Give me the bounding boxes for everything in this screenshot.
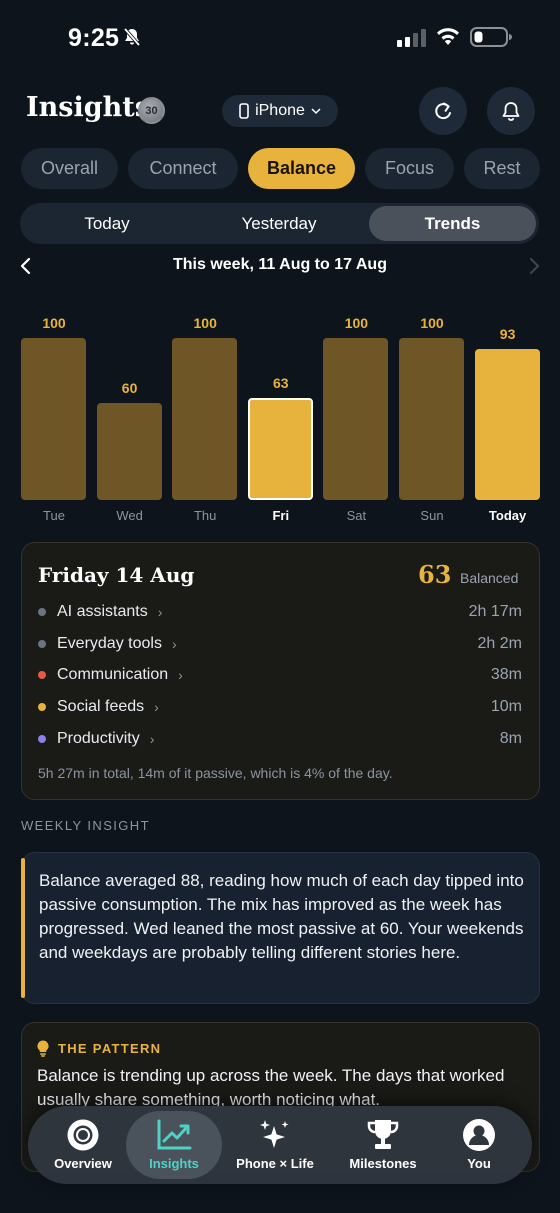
nav-label: Milestones bbox=[349, 1156, 417, 1171]
category-name: Productivity bbox=[57, 730, 140, 747]
wifi-icon bbox=[437, 28, 459, 45]
chart-day-label: Today bbox=[488, 508, 527, 523]
day-detail-status: Balanced bbox=[460, 570, 519, 586]
chart-value-label: 100 bbox=[193, 315, 217, 331]
day-summary-text: 5h 27m in total, 14m of it passive, whic… bbox=[38, 765, 393, 781]
streak-badge[interactable]: 30 bbox=[138, 97, 165, 124]
weekly-insight-text: Balance averaged 88, reading how much of… bbox=[39, 871, 524, 962]
category-name: Everyday tools bbox=[57, 635, 162, 652]
category-dot bbox=[38, 671, 46, 679]
category-dot bbox=[38, 735, 46, 743]
category-time: 2h 17m bbox=[468, 603, 522, 620]
chart-day-label: Wed bbox=[116, 508, 143, 523]
profile-icon bbox=[463, 1119, 495, 1151]
week-range-label: This week, 11 Aug to 17 Aug bbox=[173, 256, 387, 273]
battery-icon bbox=[470, 27, 512, 47]
nav-phone-life[interactable]: Phone × Life bbox=[227, 1118, 323, 1171]
chart-bar-fri[interactable] bbox=[247, 397, 313, 500]
nav-label: Insights bbox=[149, 1156, 199, 1171]
chart-bar-tue[interactable] bbox=[21, 338, 86, 500]
chart-bar-wed[interactable] bbox=[96, 402, 162, 500]
day-detail-score: 63 bbox=[418, 560, 452, 589]
chart-day-label: Sun bbox=[420, 508, 444, 523]
device-selector[interactable]: iPhone bbox=[222, 95, 338, 127]
refresh-icon bbox=[435, 102, 451, 120]
nav-label: Overview bbox=[54, 1156, 112, 1171]
chart-bar-sun[interactable] bbox=[399, 338, 464, 500]
refresh-button[interactable] bbox=[419, 87, 467, 135]
chart-value-label: 93 bbox=[499, 326, 516, 343]
insight-accent-bar bbox=[21, 858, 25, 998]
category-name: Communication bbox=[57, 666, 169, 683]
chevron-right-icon: › bbox=[154, 699, 159, 715]
category-name: Social feeds bbox=[57, 698, 145, 715]
tab-focus[interactable]: Focus bbox=[365, 148, 454, 189]
nav-label: You bbox=[467, 1156, 491, 1171]
phone-icon bbox=[239, 103, 249, 119]
chart-value-label: 63 bbox=[273, 374, 289, 391]
nav-overview[interactable]: Overview bbox=[35, 1118, 131, 1171]
nav-you[interactable]: You bbox=[431, 1118, 527, 1171]
tab-rest[interactable]: Rest bbox=[464, 148, 540, 189]
category-dot bbox=[38, 640, 46, 648]
chart-day-label: Sat bbox=[346, 508, 367, 523]
category-dot bbox=[38, 703, 46, 711]
chevron-right-icon: › bbox=[178, 667, 183, 683]
tab-connect[interactable]: Connect bbox=[128, 148, 238, 189]
chart-day-label: Thu bbox=[193, 508, 217, 523]
chart-bar-today[interactable] bbox=[474, 349, 540, 500]
category-row-ai-assistants[interactable]: AI assistants › 2h 17m bbox=[38, 601, 522, 623]
range-trends[interactable]: Trends bbox=[369, 206, 536, 241]
category-row-everyday-tools[interactable]: Everyday tools › 2h 2m bbox=[38, 633, 522, 655]
category-row-social-feeds[interactable]: Social feeds › 10m bbox=[38, 696, 522, 718]
cellular-signal-icon bbox=[397, 29, 426, 47]
chart-value-label: 100 bbox=[420, 315, 444, 331]
overview-icon bbox=[67, 1119, 99, 1151]
tab-overall[interactable]: Overall bbox=[21, 148, 118, 189]
category-time: 38m bbox=[490, 666, 522, 683]
chart-day-label: Fri bbox=[272, 508, 290, 523]
nav-label: Phone × Life bbox=[236, 1156, 314, 1171]
category-dot bbox=[38, 608, 46, 616]
lightbulb-icon bbox=[37, 1040, 49, 1057]
bell-off-icon bbox=[123, 27, 141, 47]
bell-icon bbox=[502, 102, 520, 121]
sparkles-icon bbox=[260, 1120, 289, 1148]
nav-insights[interactable]: Insights bbox=[126, 1118, 222, 1171]
next-week-icon[interactable] bbox=[527, 257, 541, 275]
chevron-down-icon bbox=[311, 108, 321, 115]
device-label: iPhone bbox=[255, 102, 305, 119]
category-time: 8m bbox=[499, 730, 522, 747]
notifications-button[interactable] bbox=[487, 87, 535, 135]
category-time: 10m bbox=[490, 698, 522, 715]
day-detail-title: Friday 14 Aug bbox=[38, 563, 195, 587]
trend-chart-icon bbox=[157, 1119, 192, 1150]
pattern-text: Balance is trending up across the week. … bbox=[37, 1066, 505, 1108]
category-row-communication[interactable]: Communication › 38m bbox=[38, 664, 522, 686]
chart-bar-thu[interactable] bbox=[172, 338, 238, 500]
chevron-right-icon: › bbox=[149, 731, 155, 747]
chart-bar-sat[interactable] bbox=[323, 338, 389, 500]
pattern-heading: THE PATTERN bbox=[58, 1041, 162, 1056]
weekly-insight-heading: WEEKLY INSIGHT bbox=[21, 818, 150, 833]
status-time: 9:25 bbox=[68, 24, 120, 52]
chart-value-label: 100 bbox=[344, 315, 369, 331]
page-title: Insights bbox=[26, 92, 150, 123]
category-row-productivity[interactable]: Productivity › 8m bbox=[38, 728, 522, 750]
range-yesterday[interactable]: Yesterday bbox=[195, 206, 363, 241]
chart-value-label: 60 bbox=[121, 379, 138, 396]
chevron-right-icon: › bbox=[157, 604, 163, 620]
category-time: 2h 2m bbox=[477, 635, 522, 652]
category-name: AI assistants bbox=[57, 603, 148, 620]
tab-balance[interactable]: Balance bbox=[248, 148, 355, 189]
chevron-right-icon: › bbox=[171, 636, 177, 652]
chart-day-label: Tue bbox=[43, 508, 65, 523]
range-today[interactable]: Today bbox=[23, 206, 191, 241]
nav-milestones[interactable]: Milestones bbox=[335, 1118, 431, 1171]
trophy-icon bbox=[367, 1120, 399, 1149]
chart-value-label: 100 bbox=[42, 315, 66, 331]
balance-trend-chart: 100 Tue 60 Wed 100 Thu 63 Fri 100 Sat 100 Sun 93 Toda… bbox=[0, 300, 560, 530]
